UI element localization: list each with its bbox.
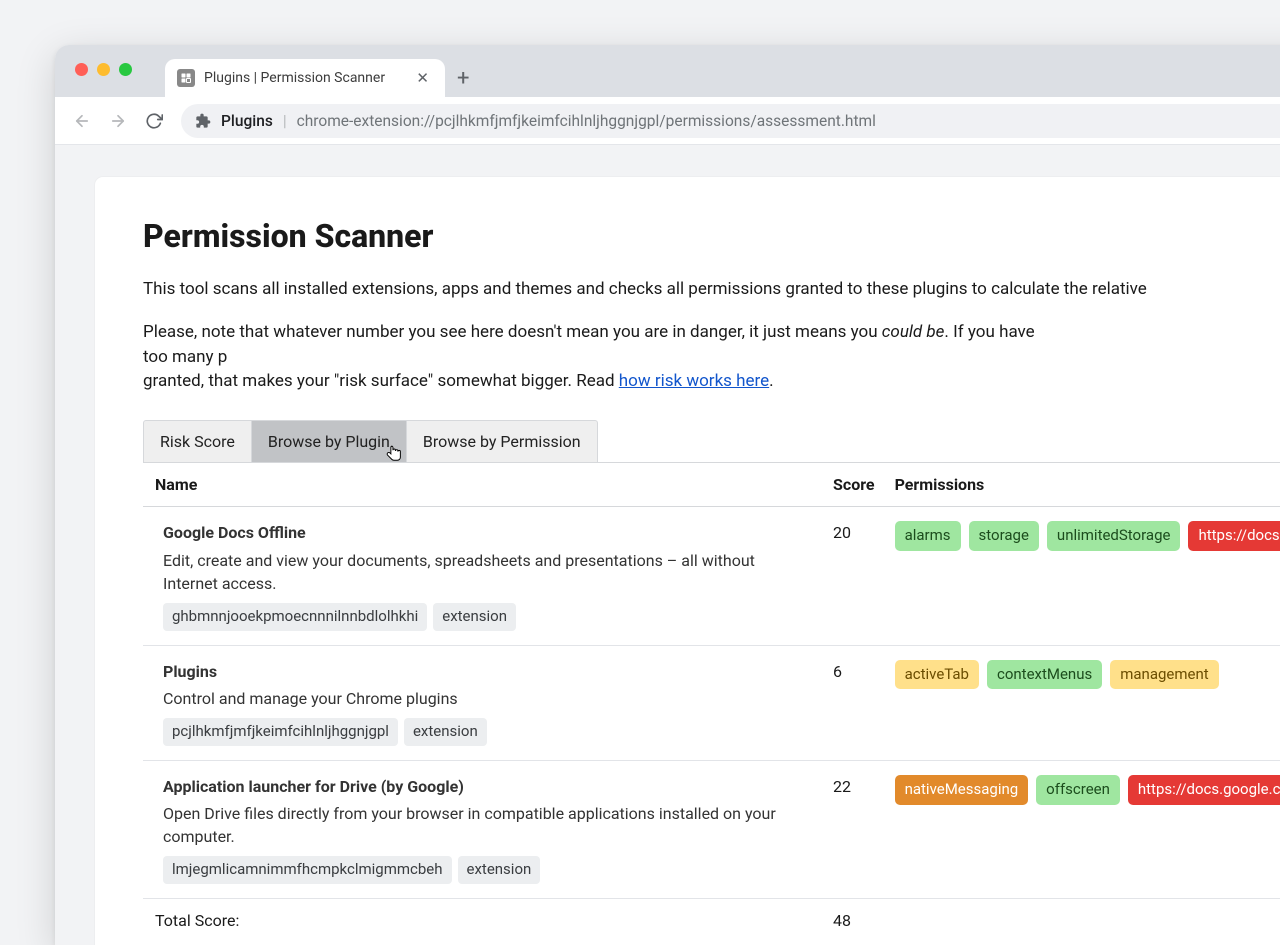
omnibox-separator: | xyxy=(283,112,287,130)
arrow-right-icon xyxy=(109,112,127,130)
tab-risk-score[interactable]: Risk Score xyxy=(143,420,252,463)
plugin-description: Control and manage your Chrome plugins xyxy=(163,687,813,710)
nav-forward-button[interactable] xyxy=(101,104,135,138)
view-tabs: Risk Score Browse by Plugin Browse by Pe… xyxy=(143,420,1055,463)
col-header-name: Name xyxy=(143,463,823,507)
intro-paragraph-2: Please, note that whatever number you se… xyxy=(143,320,1055,394)
browser-toolbar: Plugins | chrome-extension://pcjlhkmfjmf… xyxy=(55,97,1280,145)
permission-badge: activeTab xyxy=(895,660,979,690)
tab-browse-by-permission[interactable]: Browse by Permission xyxy=(407,420,598,463)
risk-docs-link[interactable]: how risk works here xyxy=(619,371,769,391)
maximize-window-button[interactable] xyxy=(119,63,132,76)
tab-browse-by-plugin[interactable]: Browse by Plugin xyxy=(252,420,407,463)
table-row: Plugins Control and manage your Chrome pl… xyxy=(143,645,1280,760)
permission-badge: offscreen xyxy=(1036,775,1120,805)
plugin-id-chip: lmjegmlicamnimmfhcmpkclmigmmcbeh xyxy=(163,856,452,884)
permission-badge: contextMenus xyxy=(987,660,1102,690)
page-title: Permission Scanner xyxy=(143,213,1055,259)
table-footer-row: Total Score: 48 xyxy=(143,899,1280,943)
tab-title: Plugins | Permission Scanner xyxy=(204,70,385,86)
total-score-value: 48 xyxy=(823,899,885,943)
table-row: Google Docs Offline Edit, create and view… xyxy=(143,507,1280,645)
permission-badge: nativeMessaging xyxy=(895,775,1029,805)
permission-badge: https://docs.google.co xyxy=(1128,775,1280,805)
nav-back-button[interactable] xyxy=(65,104,99,138)
arrow-left-icon xyxy=(73,112,91,130)
plugin-description: Open Drive files directly from your brow… xyxy=(163,802,813,848)
permission-badge: unlimitedStorage xyxy=(1047,521,1181,551)
table-row: Application launcher for Drive (by Googl… xyxy=(143,760,1280,898)
browser-window: Plugins | Permission Scanner ✕ + Plugins… xyxy=(55,45,1280,945)
plugin-id-chip: pcjlhkmfjmfjkeimfcihlnljhggnjgpl xyxy=(163,718,398,746)
nav-reload-button[interactable] xyxy=(137,104,171,138)
plugins-table: Name Score Permissions Google Docs Offli… xyxy=(143,462,1280,942)
plugin-score: 22 xyxy=(823,760,885,898)
total-score-label: Total Score: xyxy=(143,899,823,943)
permission-badge: storage xyxy=(969,521,1039,551)
minimize-window-button[interactable] xyxy=(97,63,110,76)
window-controls xyxy=(75,63,132,76)
table-header-row: Name Score Permissions xyxy=(143,463,1280,507)
plugin-name: Google Docs Offline xyxy=(163,521,813,544)
intro-paragraph-1: This tool scans all installed extensions… xyxy=(143,277,1055,302)
plugin-permissions: alarms storage unlimitedStoragehttps://doc… xyxy=(885,507,1280,645)
permission-badge: https://docs.g xyxy=(1188,521,1280,551)
col-header-score: Score xyxy=(823,463,885,507)
new-tab-button[interactable]: + xyxy=(445,66,481,97)
page-viewport: Permission Scanner This tool scans all i… xyxy=(55,145,1280,945)
col-header-permissions: Permissions xyxy=(885,463,1280,507)
tab-favicon-icon xyxy=(177,69,195,87)
browser-tab-active[interactable]: Plugins | Permission Scanner ✕ xyxy=(165,59,445,97)
plugin-type-chip: extension xyxy=(404,718,487,746)
page-content: Permission Scanner This tool scans all i… xyxy=(95,177,1280,945)
plugin-id-chip: ghbmnnjooekpmoecnnnilnnbdlolhkhi xyxy=(163,603,427,631)
plugin-name: Plugins xyxy=(163,660,813,683)
extension-icon xyxy=(195,113,211,129)
plugin-score: 6 xyxy=(823,645,885,760)
reload-icon xyxy=(145,112,163,130)
tab-close-button[interactable]: ✕ xyxy=(412,67,433,89)
plugin-permissions: nativeMessagingoffscreen https://docs.goo… xyxy=(885,760,1280,898)
plugin-score: 20 xyxy=(823,507,885,645)
omnibox-page-label: Plugins xyxy=(221,112,273,130)
tab-strip: Plugins | Permission Scanner ✕ + xyxy=(55,45,1280,97)
plugin-type-chip: extension xyxy=(458,856,541,884)
plugin-type-chip: extension xyxy=(433,603,516,631)
permission-badge: alarms xyxy=(895,521,961,551)
plugin-name: Application launcher for Drive (by Googl… xyxy=(163,775,813,798)
permission-badge: management xyxy=(1110,660,1218,690)
plugin-permissions: activeTab contextMenus management xyxy=(885,645,1280,760)
close-window-button[interactable] xyxy=(75,63,88,76)
omnibox-url: chrome-extension://pcjlhkmfjmfjkeimfcihl… xyxy=(297,112,876,130)
address-bar[interactable]: Plugins | chrome-extension://pcjlhkmfjmf… xyxy=(181,104,1280,138)
plugin-description: Edit, create and view your documents, sp… xyxy=(163,549,813,595)
